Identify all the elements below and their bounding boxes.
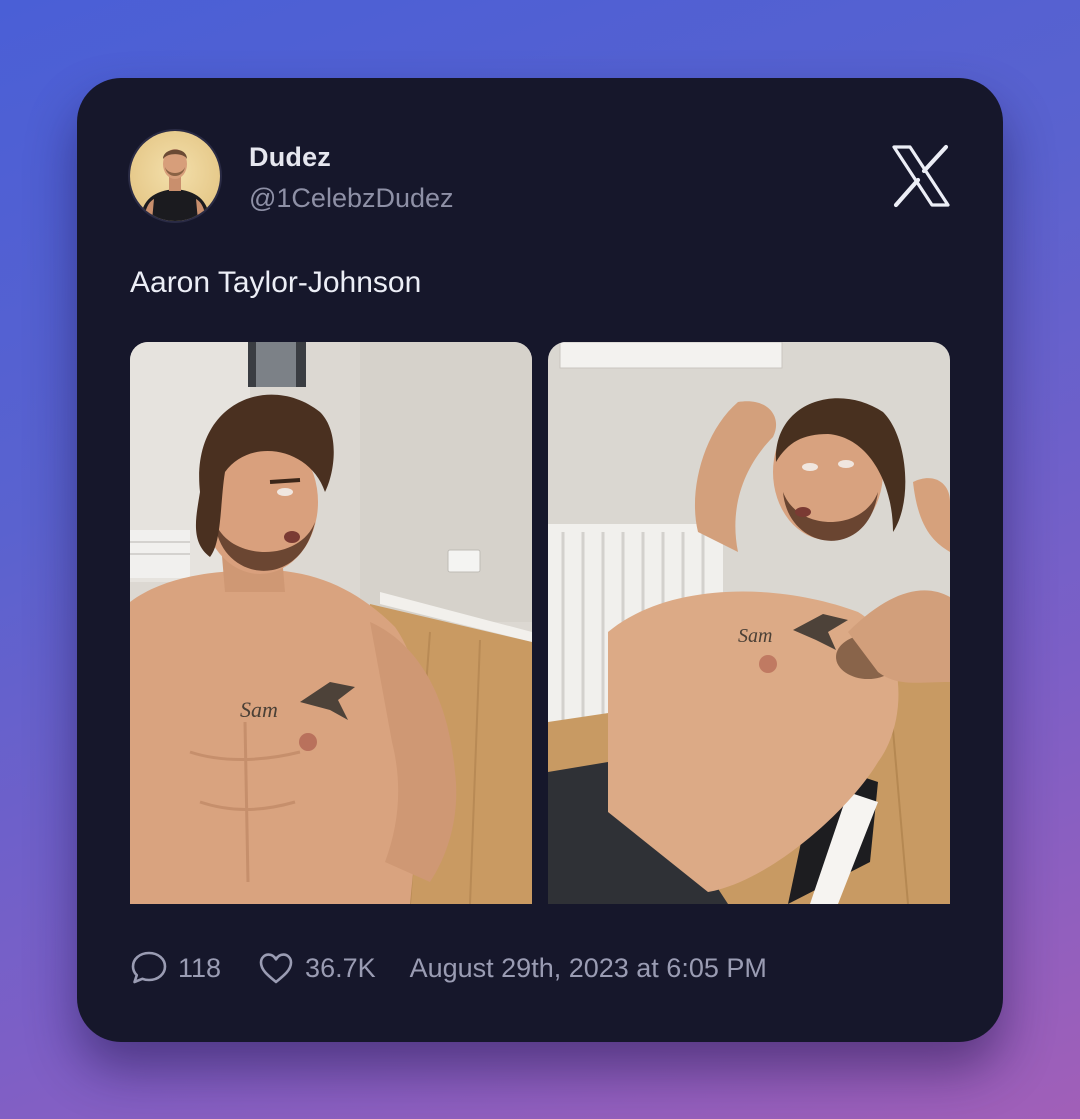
author-handle[interactable]: @1CelebzDudez: [249, 183, 454, 214]
media-grid: Sam Sam: [130, 342, 950, 904]
tweet-text: Aaron Taylor-Johnson: [130, 266, 422, 299]
svg-text:Sam: Sam: [738, 625, 772, 647]
avatar[interactable]: [130, 131, 220, 221]
speech-bubble-icon: [131, 951, 167, 984]
avatar-image: [140, 149, 210, 221]
heart-icon: [259, 953, 293, 984]
tweet-timestamp[interactable]: August 29th, 2023 at 6:05 PM: [410, 953, 767, 984]
tweet-card: Dudez @1CelebzDudez Aaron Taylor-Johnson: [77, 78, 1003, 1042]
author-display-name[interactable]: Dudez: [249, 142, 331, 173]
tweet-footer: 118 36.7K August 29th, 2023 at 6:05 PM: [130, 948, 767, 988]
like-stat[interactable]: 36.7K: [257, 949, 376, 987]
reply-stat[interactable]: 118: [130, 949, 221, 987]
reply-count: 118: [178, 952, 222, 983]
svg-text:Sam: Sam: [240, 697, 278, 722]
media-photo-left[interactable]: Sam: [130, 342, 532, 904]
like-count: 36.7K: [305, 952, 376, 983]
x-logo-icon[interactable]: [891, 144, 951, 208]
media-photo-right[interactable]: Sam: [548, 342, 950, 904]
